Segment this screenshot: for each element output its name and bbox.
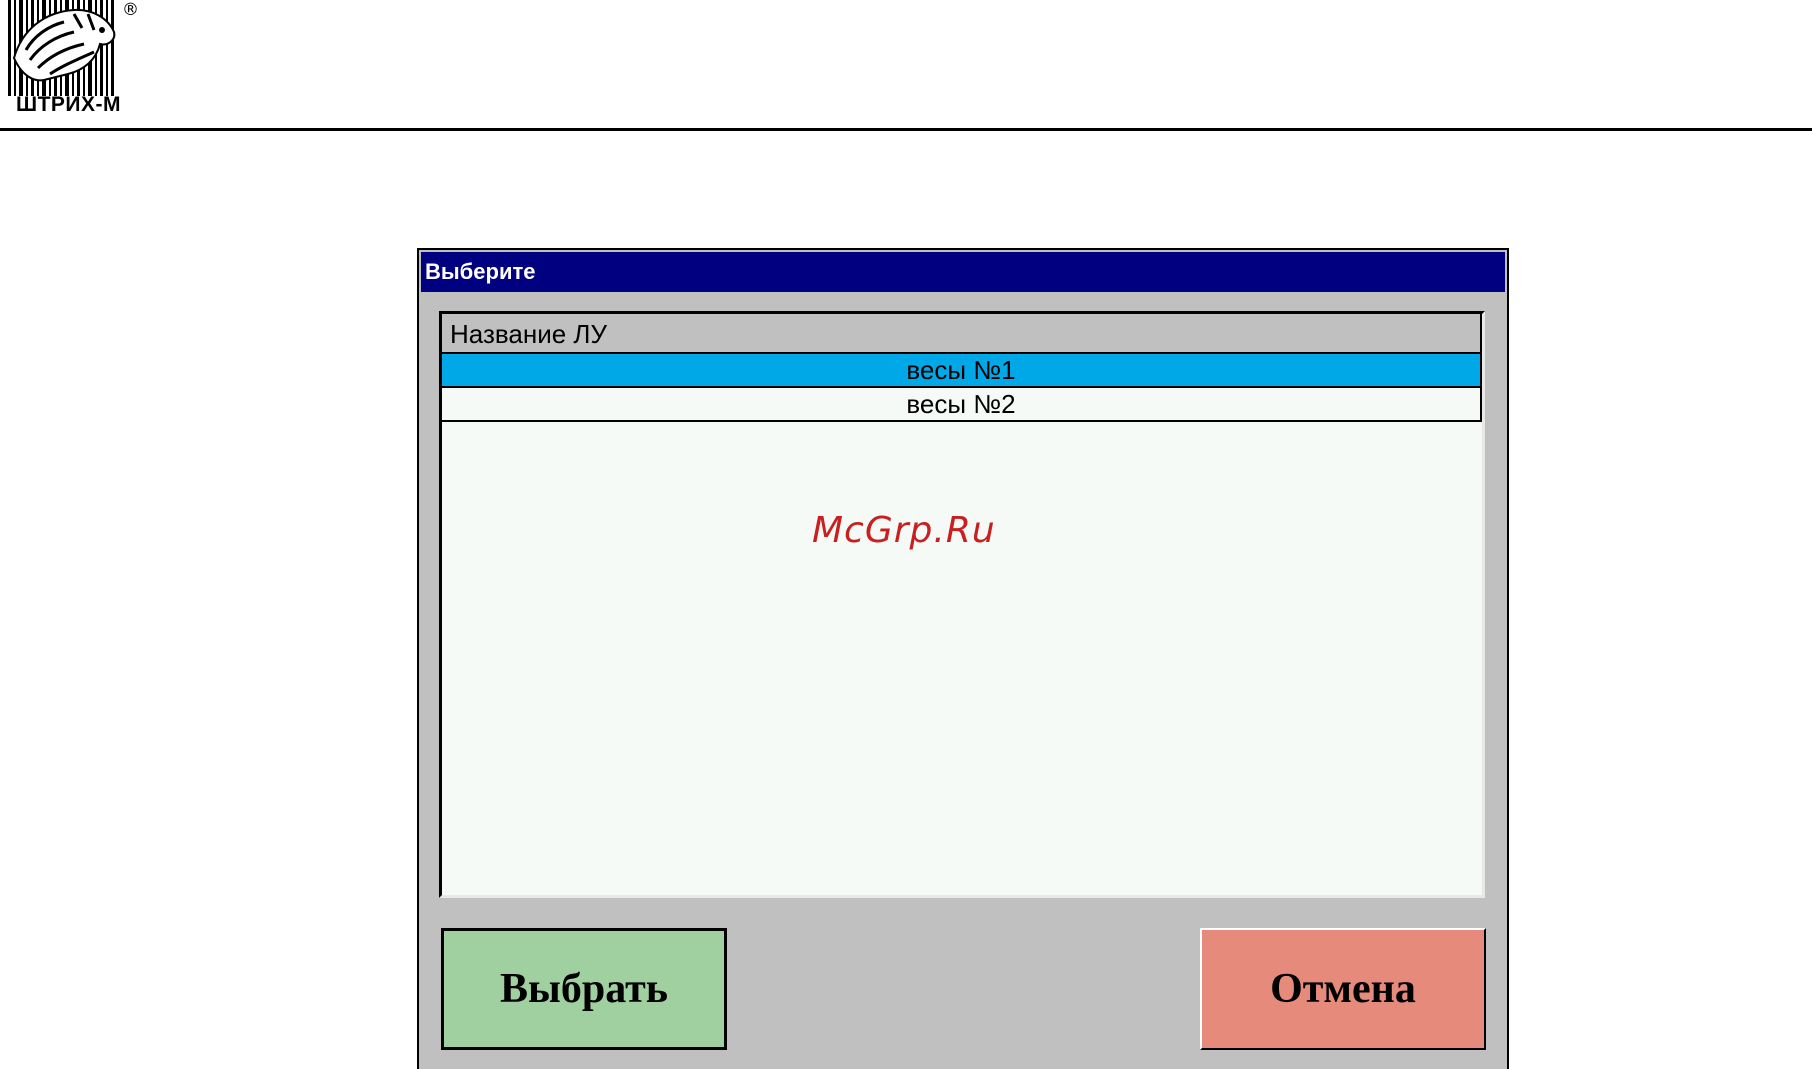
shtrih-m-logo: ШТРИХ-М ® (4, 0, 144, 118)
device-listbox[interactable]: Название ЛУ весы №1 весы №2 (439, 311, 1485, 898)
select-button[interactable]: Выбрать (441, 928, 727, 1050)
page: ШТРИХ-М ® Выберите Название ЛУ весы №1 в… (0, 0, 1812, 1069)
logo-brand-text: ШТРИХ-М (16, 93, 122, 116)
list-item-scale-1[interactable]: весы №1 (442, 354, 1482, 388)
zebra-barcode-icon (8, 0, 116, 96)
column-header-name[interactable]: Название ЛУ (442, 314, 1482, 354)
header-divider (0, 128, 1812, 131)
list-item-scale-2[interactable]: весы №2 (442, 388, 1482, 422)
registered-trademark-icon: ® (122, 0, 139, 20)
cancel-button[interactable]: Отмена (1200, 928, 1486, 1050)
watermark-text: McGrp.Ru (812, 510, 996, 551)
dialog-titlebar[interactable]: Выберите (421, 252, 1505, 292)
